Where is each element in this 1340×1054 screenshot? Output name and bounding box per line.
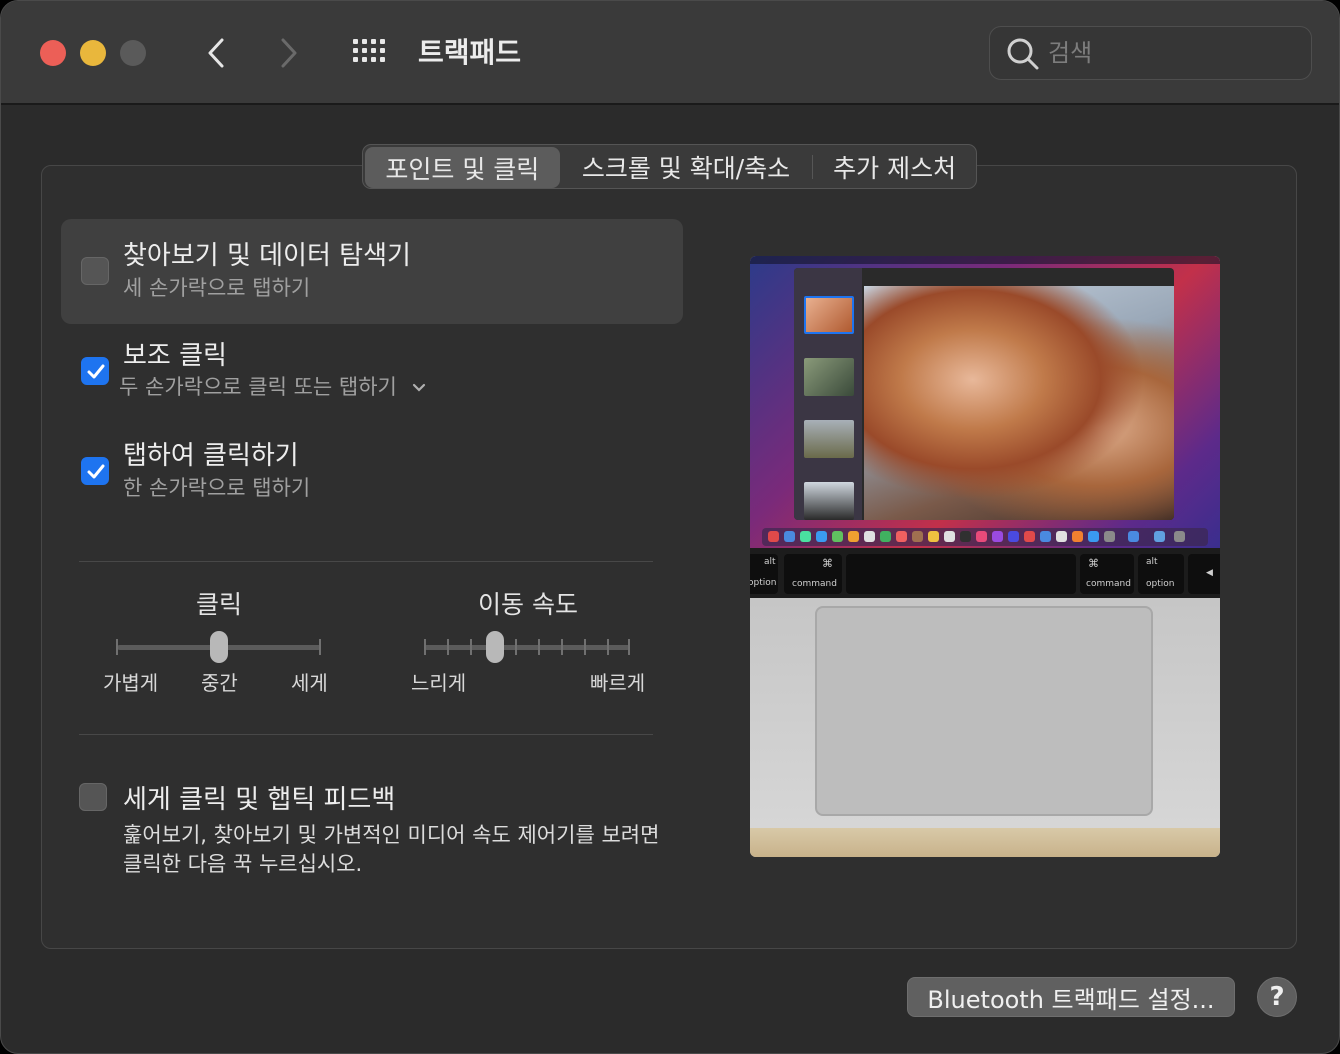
help-button[interactable]: ? bbox=[1257, 977, 1297, 1017]
checkmark-icon bbox=[87, 464, 105, 479]
window-title: 트랙패드 bbox=[418, 36, 522, 69]
preview-app-window bbox=[794, 268, 1174, 520]
slider-tick bbox=[116, 639, 118, 655]
close-window-button[interactable] bbox=[40, 40, 66, 66]
preview-thumbnail bbox=[804, 420, 854, 458]
click-mid-label: 중간 bbox=[201, 671, 238, 695]
click-slider-label: 클릭 bbox=[196, 590, 243, 619]
preview-photo bbox=[864, 286, 1174, 520]
slider-tick bbox=[424, 639, 426, 655]
secondary-click-subtitle: 두 손가락으로 클릭 또는 탭하기 bbox=[119, 375, 397, 399]
bluetooth-trackpad-setup-button[interactable]: Bluetooth 트랙패드 설정... bbox=[907, 977, 1235, 1017]
minimize-window-button[interactable] bbox=[80, 40, 106, 66]
back-button[interactable] bbox=[196, 31, 236, 75]
chevron-down-icon bbox=[412, 383, 425, 392]
preview-dock bbox=[762, 528, 1208, 546]
slider-thumb[interactable] bbox=[486, 631, 504, 663]
preview-thumbnail bbox=[804, 482, 854, 520]
show-all-grid-icon[interactable] bbox=[349, 35, 393, 71]
tap-to-click-title: 탭하여 클릭하기 bbox=[123, 441, 299, 471]
click-max-label: 세게 bbox=[291, 671, 328, 695]
secondary-click-dropdown[interactable]: 두 손가락으로 클릭 또는 탭하기 bbox=[119, 371, 426, 401]
preview-sidebar bbox=[794, 268, 862, 520]
title-bar: 트랙패드 bbox=[1, 1, 1339, 105]
lookup-title: 찾아보기 및 데이터 탐색기 bbox=[123, 241, 411, 271]
tab-more-gestures[interactable]: 추가 제스처 bbox=[813, 145, 976, 188]
preview-key: ◀ bbox=[1188, 554, 1220, 594]
slider-tick bbox=[628, 639, 630, 655]
slider-track bbox=[424, 645, 630, 650]
tab-scroll-and-zoom[interactable]: 스크롤 및 확대/축소 bbox=[560, 145, 813, 188]
search-icon bbox=[1007, 38, 1039, 70]
tab-bar: 포인트 및 클릭 스크롤 및 확대/축소 추가 제스처 bbox=[362, 144, 977, 189]
secondary-click-checkbox[interactable] bbox=[81, 357, 109, 385]
lookup-subtitle: 세 손가락으로 탭하기 bbox=[123, 276, 311, 300]
secondary-click-title: 보조 클릭 bbox=[123, 341, 227, 371]
force-click-description-line: 클릭한 다음 꾹 누르십시오. bbox=[123, 852, 363, 876]
preview-key: alt option bbox=[1138, 554, 1184, 594]
tracking-min-label: 느리게 bbox=[411, 671, 467, 695]
slider-tick bbox=[515, 639, 517, 655]
system-preferences-window: 트랙패드 포인트 및 클릭 스크롤 및 확대/축소 추가 제스처 찾아보기 및 … bbox=[0, 0, 1340, 1054]
force-click-description: 훑어보기, 찾아보기 및 가변적인 미디어 속도 제어기를 보려면 클릭한 다음… bbox=[123, 821, 663, 879]
preview-thumbnail bbox=[804, 358, 854, 396]
force-click-title: 세게 클릭 및 햅틱 피드백 bbox=[123, 785, 396, 815]
slider-tick bbox=[447, 639, 449, 655]
slider-thumb[interactable] bbox=[210, 631, 228, 663]
search-input[interactable] bbox=[1048, 35, 1298, 71]
preview-key: ⌘ command bbox=[1080, 554, 1134, 594]
chevron-left-icon bbox=[208, 38, 224, 68]
divider bbox=[79, 734, 653, 735]
tab-point-and-click[interactable]: 포인트 및 클릭 bbox=[365, 147, 560, 188]
slider-tick bbox=[607, 639, 609, 655]
tap-to-click-checkbox[interactable] bbox=[81, 457, 109, 485]
preview-desk bbox=[750, 828, 1220, 857]
click-min-label: 가볍게 bbox=[103, 671, 159, 695]
tracking-max-label: 빠르게 bbox=[590, 671, 646, 695]
force-click-description-line: 훑어보기, 찾아보기 및 가변적인 미디어 속도 제어기를 보려면 bbox=[123, 823, 660, 847]
slider-tick bbox=[561, 639, 563, 655]
slider-tick bbox=[470, 639, 472, 655]
preview-thumbnail bbox=[804, 296, 854, 334]
slider-tick bbox=[584, 639, 586, 655]
preview-screen bbox=[750, 256, 1220, 548]
checkmark-icon bbox=[87, 364, 105, 379]
slider-tick bbox=[319, 639, 321, 655]
preview-keyboard: alt option ⌘ command ⌘ command alt optio… bbox=[750, 548, 1220, 598]
preview-key: alt option bbox=[750, 554, 778, 594]
preview-key: ⌘ command bbox=[784, 554, 842, 594]
preview-spacebar bbox=[846, 554, 1076, 594]
forward-button[interactable] bbox=[269, 31, 309, 75]
zoom-window-button[interactable] bbox=[120, 40, 146, 66]
divider bbox=[79, 561, 653, 562]
gesture-preview-image: alt option ⌘ command ⌘ command alt optio… bbox=[750, 256, 1220, 857]
tap-to-click-subtitle: 한 손가락으로 탭하기 bbox=[123, 476, 311, 500]
force-click-checkbox[interactable] bbox=[79, 783, 107, 811]
tracking-speed-label: 이동 속도 bbox=[478, 590, 578, 619]
preview-trackpad bbox=[815, 606, 1153, 816]
preview-menubar bbox=[750, 256, 1220, 264]
slider-tick bbox=[538, 639, 540, 655]
lookup-checkbox[interactable] bbox=[81, 257, 109, 285]
chevron-right-icon bbox=[281, 38, 297, 68]
search-field[interactable] bbox=[989, 26, 1312, 80]
